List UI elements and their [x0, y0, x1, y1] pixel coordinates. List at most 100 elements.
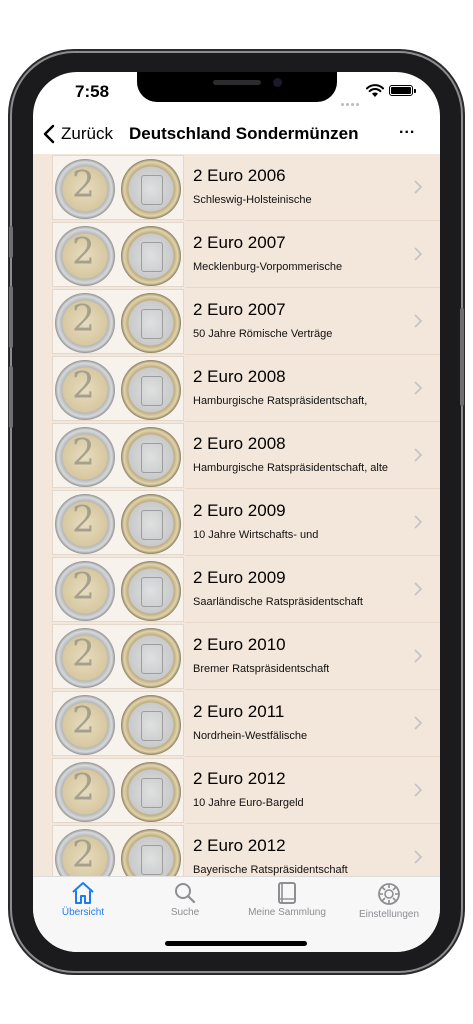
gear-icon: [378, 883, 400, 905]
row-title: 2 Euro 2009: [193, 501, 286, 520]
row-subtitle: Schleswig-Holsteinische: [193, 194, 312, 206]
screen: 7:58 Zurück Deutschland Sondermünzen ...…: [33, 72, 440, 952]
row-title: 2 Euro 2012: [193, 836, 286, 855]
tab-label: Meine Sammlung: [248, 907, 326, 918]
row-subtitle: Bremer Ratspräsidentschaft: [193, 663, 330, 675]
battery-icon: [389, 85, 416, 96]
tab-einstellungen[interactable]: Einstellungen: [339, 881, 439, 920]
row-subtitle: Bayerische Ratspräsidentschaft: [193, 864, 348, 876]
tab-uebersicht[interactable]: Übersicht: [33, 881, 133, 918]
row-subtitle: Saarländische Ratspräsidentschaft: [193, 596, 363, 608]
coin-back-image: [121, 159, 181, 219]
coin-front-image: [55, 494, 115, 554]
list-item[interactable]: 2 Euro 2009 Saarländische Ratspräsidents…: [33, 556, 440, 623]
coin-back-image: [121, 628, 181, 688]
row-subtitle: Mecklenburg-Vorpommerische: [193, 261, 343, 273]
coin-back-image: [121, 561, 181, 621]
chevron-left-icon: [43, 124, 55, 144]
back-button[interactable]: Zurück: [43, 122, 113, 146]
coin-thumbnail: [52, 423, 184, 488]
chevron-right-icon: [414, 180, 422, 194]
tab-bar: Übersicht Suche Meine Sammlung Einstellu…: [33, 876, 440, 952]
row-title: 2 Euro 2008: [193, 367, 286, 386]
volume-down-button: [9, 366, 13, 428]
coin-thumbnail: [52, 155, 184, 220]
list-item[interactable]: 2 Euro 2007 Mecklenburg-Vorpommerische: [33, 221, 440, 288]
chevron-right-icon: [414, 448, 422, 462]
navigation-bar: Zurück Deutschland Sondermünzen ...: [33, 116, 440, 154]
notch: [137, 72, 337, 102]
list-item[interactable]: 2 Euro 2007 50 Jahre Römische Verträge: [33, 288, 440, 355]
coin-thumbnail: [52, 557, 184, 622]
row-title: 2 Euro 2008: [193, 434, 286, 453]
coin-thumbnail: [52, 356, 184, 421]
list-item[interactable]: 2 Euro 2011 Nordrhein-Westfälische: [33, 690, 440, 757]
coin-back-image: [121, 762, 181, 822]
list-item[interactable]: 2 Euro 2008 Hamburgische Ratspräsidentsc…: [33, 422, 440, 489]
cellular-signal-icon: [341, 93, 363, 106]
row-title: 2 Euro 2012: [193, 769, 286, 788]
row-title: 2 Euro 2010: [193, 635, 286, 654]
chevron-right-icon: [414, 783, 422, 797]
chevron-right-icon: [414, 247, 422, 261]
tab-label: Übersicht: [61, 907, 105, 918]
book-icon: [278, 882, 296, 904]
back-label: Zurück: [61, 124, 113, 143]
power-button: [460, 308, 464, 406]
home-indicator[interactable]: [165, 941, 307, 946]
tab-meine-sammlung[interactable]: Meine Sammlung: [237, 881, 337, 918]
list-item[interactable]: 2 Euro 2010 Bremer Ratspräsidentschaft: [33, 623, 440, 690]
coin-back-image: [121, 360, 181, 420]
list-item[interactable]: 2 Euro 2012 Bayerische Ratspräsidentscha…: [33, 824, 440, 876]
list-item[interactable]: 2 Euro 2009 10 Jahre Wirtschafts- und: [33, 489, 440, 556]
row-subtitle: Hamburgische Ratspräsidentschaft, alte: [193, 462, 389, 474]
list-item[interactable]: 2 Euro 2012 10 Jahre Euro-Bargeld: [33, 757, 440, 824]
tab-label: Suche: [170, 907, 200, 918]
row-subtitle: Hamburgische Ratspräsidentschaft,: [193, 395, 368, 407]
tab-suche[interactable]: Suche: [135, 881, 235, 918]
chevron-right-icon: [414, 314, 422, 328]
coin-back-image: [121, 494, 181, 554]
coin-back-image: [121, 427, 181, 487]
house-icon: [72, 882, 94, 904]
wifi-icon: [366, 84, 384, 97]
coin-back-image: [121, 829, 181, 876]
row-title: 2 Euro 2007: [193, 233, 286, 252]
front-camera: [273, 78, 282, 87]
speaker: [213, 80, 261, 85]
more-button[interactable]: ...: [399, 120, 415, 138]
row-subtitle: Nordrhein-Westfälische: [193, 730, 308, 742]
coin-thumbnail: [52, 289, 184, 354]
coin-front-image: [55, 226, 115, 286]
chevron-right-icon: [414, 649, 422, 663]
magnifier-icon: [175, 883, 196, 904]
coin-front-image: [55, 628, 115, 688]
chevron-right-icon: [414, 381, 422, 395]
mute-switch: [9, 226, 13, 258]
row-title: 2 Euro 2007: [193, 300, 286, 319]
coin-front-image: [55, 561, 115, 621]
coin-front-image: [55, 695, 115, 755]
chevron-right-icon: [414, 582, 422, 596]
coin-front-image: [55, 360, 115, 420]
tab-label: Einstellungen: [358, 909, 420, 920]
list-item[interactable]: 2 Euro 2008 Hamburgische Ratspräsidentsc…: [33, 355, 440, 422]
row-subtitle: 10 Jahre Wirtschafts- und: [193, 529, 319, 541]
chevron-right-icon: [414, 716, 422, 730]
coin-front-image: [55, 427, 115, 487]
row-title: 2 Euro 2011: [193, 702, 285, 721]
coin-front-image: [55, 829, 115, 876]
list-item[interactable]: 2 Euro 2006 Schleswig-Holsteinische: [33, 154, 440, 221]
coin-front-image: [55, 762, 115, 822]
row-title: 2 Euro 2009: [193, 568, 286, 587]
row-subtitle: 10 Jahre Euro-Bargeld: [193, 797, 304, 809]
coin-back-image: [121, 293, 181, 353]
chevron-right-icon: [414, 515, 422, 529]
coin-thumbnail: [52, 490, 184, 555]
coin-thumbnail: [52, 624, 184, 689]
row-subtitle: 50 Jahre Römische Verträge: [193, 328, 333, 340]
coin-thumbnail: [52, 825, 184, 876]
coin-list[interactable]: 2 Euro 2006 Schleswig-Holsteinische 2 Eu…: [33, 154, 440, 876]
chevron-right-icon: [414, 850, 422, 864]
coin-front-image: [55, 293, 115, 353]
